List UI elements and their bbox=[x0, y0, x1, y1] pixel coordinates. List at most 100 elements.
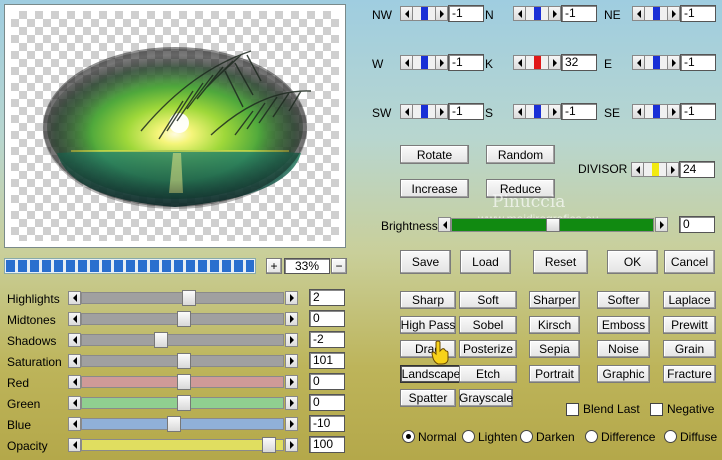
kernel-e-increase-arrow[interactable] bbox=[667, 55, 680, 70]
brightness-decrease-arrow[interactable] bbox=[438, 217, 451, 232]
red-input[interactable]: 0 bbox=[309, 373, 345, 390]
opacity-slider[interactable] bbox=[81, 437, 284, 453]
preset-emboss-button[interactable]: Emboss bbox=[597, 315, 650, 334]
preset-soft-button[interactable]: Soft bbox=[459, 291, 517, 309]
kernel-nw-input[interactable]: -1 bbox=[448, 5, 484, 22]
brightness-slider[interactable] bbox=[451, 218, 654, 232]
ok-button[interactable]: OK bbox=[607, 250, 658, 274]
saturation-increase-arrow[interactable] bbox=[285, 354, 298, 368]
random-button[interactable]: Random bbox=[486, 145, 555, 164]
kernel-s-increase-arrow[interactable] bbox=[548, 104, 561, 119]
kernel-k-slider[interactable] bbox=[526, 55, 548, 70]
kernel-ne-slider-thumb[interactable] bbox=[653, 7, 660, 20]
kernel-n-slider-thumb[interactable] bbox=[534, 7, 541, 20]
brightness-slider-thumb[interactable] bbox=[546, 218, 560, 232]
kernel-nw-increase-arrow[interactable] bbox=[435, 6, 448, 21]
kernel-sw-slider-thumb[interactable] bbox=[421, 105, 428, 118]
red-slider[interactable] bbox=[81, 374, 284, 390]
load-button[interactable]: Load bbox=[460, 250, 511, 274]
highlights-increase-arrow[interactable] bbox=[285, 291, 298, 305]
blend-diffuse-radio[interactable] bbox=[664, 430, 677, 443]
kernel-e-slider[interactable] bbox=[645, 55, 667, 70]
saturation-slider-thumb[interactable] bbox=[177, 353, 191, 369]
blue-slider-thumb[interactable] bbox=[167, 416, 181, 432]
kernel-se-slider[interactable] bbox=[645, 104, 667, 119]
blend-lighten-radio[interactable] bbox=[462, 430, 475, 443]
green-increase-arrow[interactable] bbox=[285, 396, 298, 410]
saturation-slider[interactable] bbox=[81, 353, 284, 369]
green-input[interactable]: 0 bbox=[309, 394, 345, 411]
kernel-ne-increase-arrow[interactable] bbox=[667, 6, 680, 21]
blend-difference-radio[interactable] bbox=[585, 430, 598, 443]
midtones-input[interactable]: 0 bbox=[309, 310, 345, 327]
reset-button[interactable]: Reset bbox=[533, 250, 588, 274]
shadows-decrease-arrow[interactable] bbox=[68, 333, 81, 347]
kernel-se-slider-thumb[interactable] bbox=[653, 105, 660, 118]
midtones-increase-arrow[interactable] bbox=[285, 312, 298, 326]
kernel-sw-decrease-arrow[interactable] bbox=[400, 104, 413, 119]
kernel-w-increase-arrow[interactable] bbox=[435, 55, 448, 70]
kernel-s-slider[interactable] bbox=[526, 104, 548, 119]
blend-last-checkbox[interactable] bbox=[566, 403, 579, 416]
preset-sepia-button[interactable]: Sepia bbox=[529, 340, 580, 358]
kernel-nw-slider[interactable] bbox=[413, 6, 435, 21]
kernel-se-increase-arrow[interactable] bbox=[667, 104, 680, 119]
midtones-slider-thumb[interactable] bbox=[177, 311, 191, 327]
shadows-input[interactable]: -2 bbox=[309, 331, 345, 348]
opacity-input[interactable]: 100 bbox=[309, 436, 345, 453]
preset-grain-button[interactable]: Grain bbox=[663, 340, 716, 358]
preset-landscape-button[interactable]: Landscape bbox=[400, 364, 462, 383]
save-button[interactable]: Save bbox=[400, 250, 451, 274]
preset-laplace-button[interactable]: Laplace bbox=[663, 291, 716, 309]
brightness-increase-arrow[interactable] bbox=[655, 217, 668, 232]
kernel-e-slider-thumb[interactable] bbox=[653, 56, 660, 69]
blue-increase-arrow[interactable] bbox=[285, 417, 298, 431]
preset-grayscale-button[interactable]: Grayscale bbox=[459, 389, 513, 407]
kernel-s-decrease-arrow[interactable] bbox=[513, 104, 526, 119]
blend-darken-radio[interactable] bbox=[520, 430, 533, 443]
kernel-sw-input[interactable]: -1 bbox=[448, 103, 484, 120]
blue-input[interactable]: -10 bbox=[309, 415, 345, 432]
preset-prewitt-button[interactable]: Prewitt bbox=[663, 315, 716, 334]
preset-sharp-button[interactable]: Sharp bbox=[400, 291, 456, 309]
preset-softer-button[interactable]: Softer bbox=[597, 291, 650, 309]
preset-high-pass-button[interactable]: High Pass bbox=[400, 315, 456, 334]
increase-button[interactable]: Increase bbox=[400, 179, 469, 198]
highlights-slider[interactable] bbox=[81, 290, 284, 306]
kernel-ne-slider[interactable] bbox=[645, 6, 667, 21]
preset-kirsch-button[interactable]: Kirsch bbox=[529, 315, 580, 334]
preset-sobel-button[interactable]: Sobel bbox=[459, 315, 517, 334]
saturation-decrease-arrow[interactable] bbox=[68, 354, 81, 368]
kernel-ne-decrease-arrow[interactable] bbox=[632, 6, 645, 21]
preset-fracture-button[interactable]: Fracture bbox=[663, 364, 716, 383]
shadows-increase-arrow[interactable] bbox=[285, 333, 298, 347]
green-decrease-arrow[interactable] bbox=[68, 396, 81, 410]
blue-slider[interactable] bbox=[81, 416, 284, 432]
kernel-w-input[interactable]: -1 bbox=[448, 54, 484, 71]
kernel-se-input[interactable]: -1 bbox=[680, 103, 716, 120]
brightness-input[interactable]: 0 bbox=[679, 216, 715, 233]
highlights-slider-thumb[interactable] bbox=[182, 290, 196, 306]
preset-graphic-button[interactable]: Graphic bbox=[597, 364, 650, 383]
kernel-sw-slider[interactable] bbox=[413, 104, 435, 119]
kernel-s-slider-thumb[interactable] bbox=[534, 105, 541, 118]
kernel-e-decrease-arrow[interactable] bbox=[632, 55, 645, 70]
kernel-n-decrease-arrow[interactable] bbox=[513, 6, 526, 21]
zoom-level[interactable]: 33% bbox=[284, 258, 330, 274]
negative-checkbox[interactable] bbox=[650, 403, 663, 416]
kernel-s-input[interactable]: -1 bbox=[561, 103, 597, 120]
kernel-k-increase-arrow[interactable] bbox=[548, 55, 561, 70]
midtones-slider[interactable] bbox=[81, 311, 284, 327]
kernel-nw-slider-thumb[interactable] bbox=[421, 7, 428, 20]
kernel-k-decrease-arrow[interactable] bbox=[513, 55, 526, 70]
kernel-nw-decrease-arrow[interactable] bbox=[400, 6, 413, 21]
divisor-increase-arrow[interactable] bbox=[666, 162, 679, 177]
zoom-out-button[interactable]: − bbox=[331, 258, 347, 274]
blend-normal-radio[interactable] bbox=[402, 430, 415, 443]
kernel-w-decrease-arrow[interactable] bbox=[400, 55, 413, 70]
kernel-w-slider-thumb[interactable] bbox=[421, 56, 428, 69]
opacity-decrease-arrow[interactable] bbox=[68, 438, 81, 452]
preset-spatter-button[interactable]: Spatter bbox=[400, 389, 456, 407]
divisor-slider[interactable] bbox=[644, 162, 666, 177]
kernel-ne-input[interactable]: -1 bbox=[680, 5, 716, 22]
